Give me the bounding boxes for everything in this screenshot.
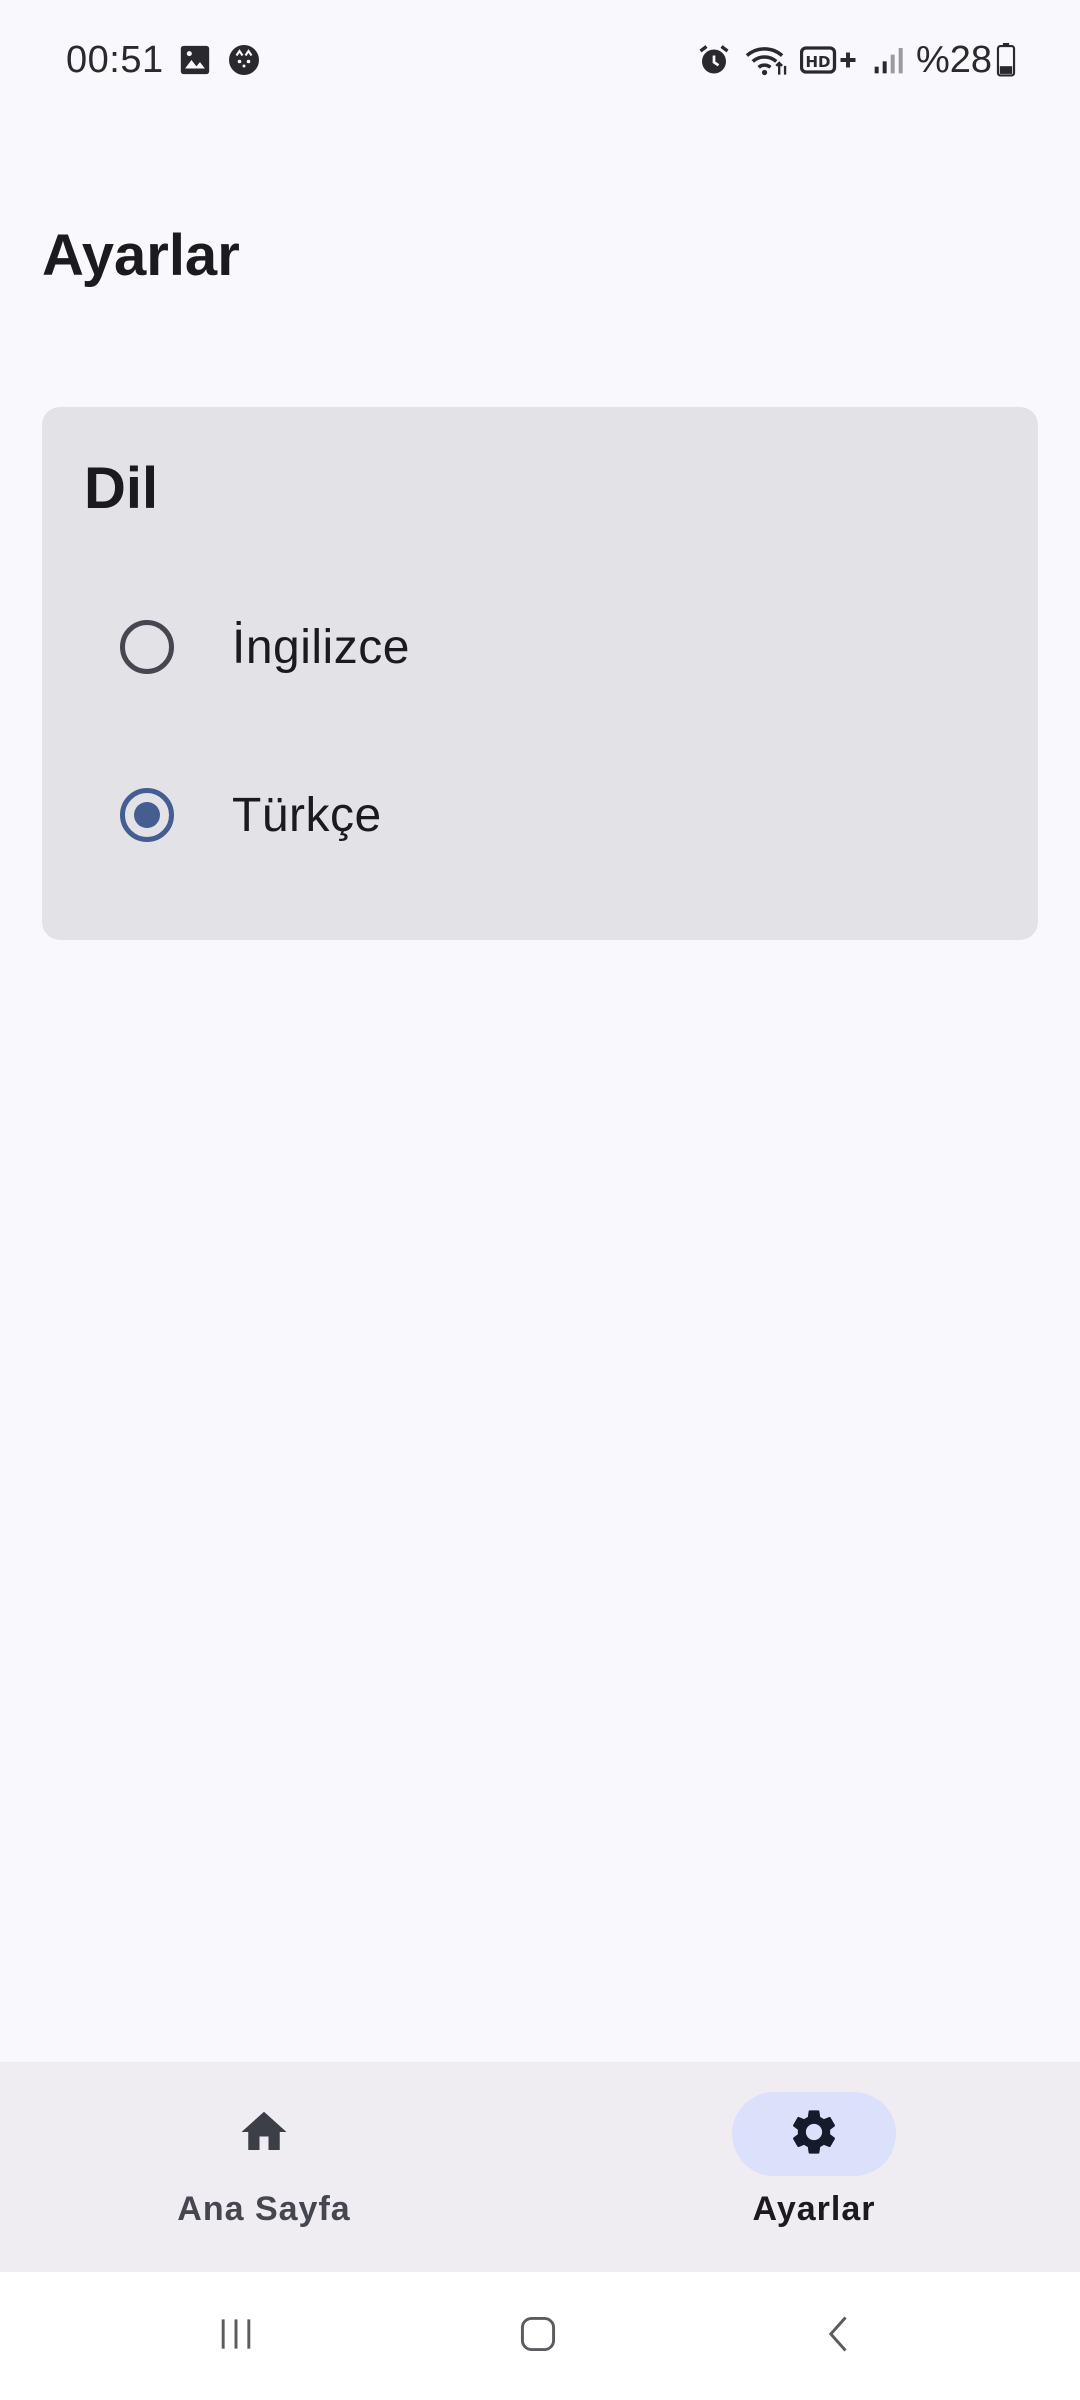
home-button[interactable] [458, 2272, 618, 2400]
language-option-label: İngilizce [232, 620, 410, 674]
language-option-english[interactable]: İngilizce [42, 587, 1038, 707]
back-icon [818, 2312, 862, 2361]
nav-item-home[interactable]: Ana Sayfa [84, 2062, 444, 2272]
status-time: 00:51 [66, 38, 164, 81]
language-card: Dil İngilizce Türkçe [42, 407, 1038, 940]
system-navigation-bar [0, 2272, 1080, 2400]
image-icon [178, 43, 212, 77]
status-right: HD %28 [684, 39, 1016, 82]
status-bar: 00:51 HD %28 [0, 0, 1080, 120]
wifi-icon [744, 42, 788, 78]
bottom-navigation: Ana Sayfa Ayarlar [0, 2062, 1080, 2272]
nav-label-settings: Ayarlar [752, 2190, 876, 2228]
back-button[interactable] [760, 2272, 920, 2400]
battery-icon [996, 43, 1016, 77]
radio-button-turkish[interactable] [120, 788, 174, 842]
home-button-icon [516, 2312, 560, 2361]
language-card-title: Dil [84, 456, 159, 521]
signal-icon [872, 44, 904, 76]
language-option-label: Türkçe [232, 788, 382, 842]
settings-icon [787, 2105, 841, 2164]
cat-face-icon [226, 42, 262, 78]
alarm-icon [696, 42, 732, 78]
hd-plus-icon: HD [799, 43, 860, 77]
svg-text:HD: HD [805, 53, 830, 71]
page-title: Ayarlar [42, 223, 240, 288]
nav-item-settings[interactable]: Ayarlar [634, 2062, 994, 2272]
nav-indicator [182, 2092, 346, 2176]
recents-button[interactable] [156, 2272, 316, 2400]
recents-icon [214, 2312, 258, 2361]
nav-indicator-active [732, 2092, 896, 2176]
home-icon [237, 2105, 291, 2164]
battery-percentage: %28 [915, 38, 992, 81]
language-option-turkish[interactable]: Türkçe [42, 755, 1038, 875]
status-left: 00:51 [66, 39, 262, 82]
nav-label-home: Ana Sayfa [177, 2190, 351, 2228]
radio-button-english[interactable] [120, 620, 174, 674]
